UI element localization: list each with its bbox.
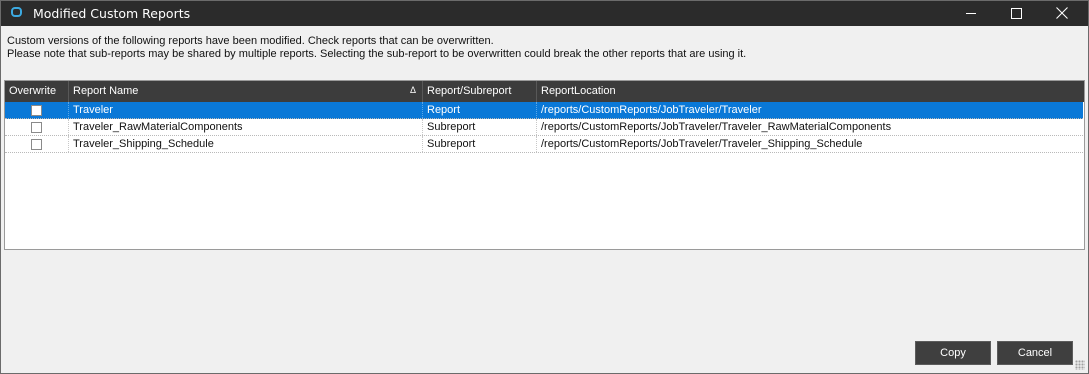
report-name-cell: Traveler_RawMaterialComponents <box>69 119 423 135</box>
column-header-report-location[interactable]: ReportLocation <box>537 81 1084 102</box>
resize-grip[interactable] <box>1075 360 1085 370</box>
table-row[interactable]: Traveler_Shipping_Schedule Subreport /re… <box>5 136 1083 153</box>
report-location-cell: /reports/CustomReports/JobTraveler/Trave… <box>541 121 892 133</box>
report-name-cell: Traveler <box>69 102 423 118</box>
overwrite-cell <box>5 136 69 152</box>
modified-custom-reports-dialog: Modified Custom Reports Custom versions … <box>0 0 1089 374</box>
report-name-cell: Traveler_Shipping_Schedule <box>69 136 423 152</box>
report-location-cell: /reports/CustomReports/JobTraveler/Trave… <box>541 104 762 116</box>
copy-button[interactable]: Copy <box>915 341 991 365</box>
instructions-line-1: Custom versions of the following reports… <box>7 35 494 47</box>
grid-header: Overwrite Report Name Δ Report/Subreport… <box>5 81 1084 102</box>
overwrite-checkbox[interactable] <box>31 122 42 133</box>
minimize-button[interactable] <box>947 1 993 26</box>
report-location-cell: /reports/CustomReports/JobTraveler/Trave… <box>541 138 863 150</box>
overwrite-cell <box>5 102 69 118</box>
column-header-overwrite[interactable]: Overwrite <box>5 81 69 102</box>
report-type-cell: Report <box>423 102 537 118</box>
column-header-report-name[interactable]: Report Name <box>69 81 423 102</box>
instructions-line-2: Please note that sub-reports may be shar… <box>7 48 747 60</box>
column-header-report-name-label: Report Name <box>73 85 139 97</box>
report-type-cell: Subreport <box>423 119 537 135</box>
cancel-button[interactable]: Cancel <box>997 341 1073 365</box>
maximize-icon <box>1011 8 1022 19</box>
report-type-cell: Subreport <box>423 136 537 152</box>
overwrite-cell <box>5 119 69 135</box>
window-title: Modified Custom Reports <box>33 6 191 21</box>
app-icon <box>11 7 22 17</box>
overwrite-checkbox[interactable] <box>31 105 42 116</box>
table-row[interactable]: Traveler Report /reports/CustomReports/J… <box>5 102 1083 119</box>
overwrite-checkbox[interactable] <box>31 139 42 150</box>
close-icon <box>1056 7 1068 19</box>
sort-ascending-icon: Δ <box>410 85 417 95</box>
maximize-button[interactable] <box>993 1 1039 26</box>
minimize-icon <box>966 13 976 14</box>
instructions-text: Custom versions of the following reports… <box>7 35 1082 61</box>
column-header-report-type[interactable]: Report/Subreport <box>423 81 537 102</box>
close-button[interactable] <box>1039 1 1085 26</box>
title-bar[interactable]: Modified Custom Reports <box>1 1 1088 26</box>
reports-grid[interactable]: Overwrite Report Name Δ Report/Subreport… <box>4 80 1085 250</box>
table-row[interactable]: Traveler_RawMaterialComponents Subreport… <box>5 119 1083 136</box>
